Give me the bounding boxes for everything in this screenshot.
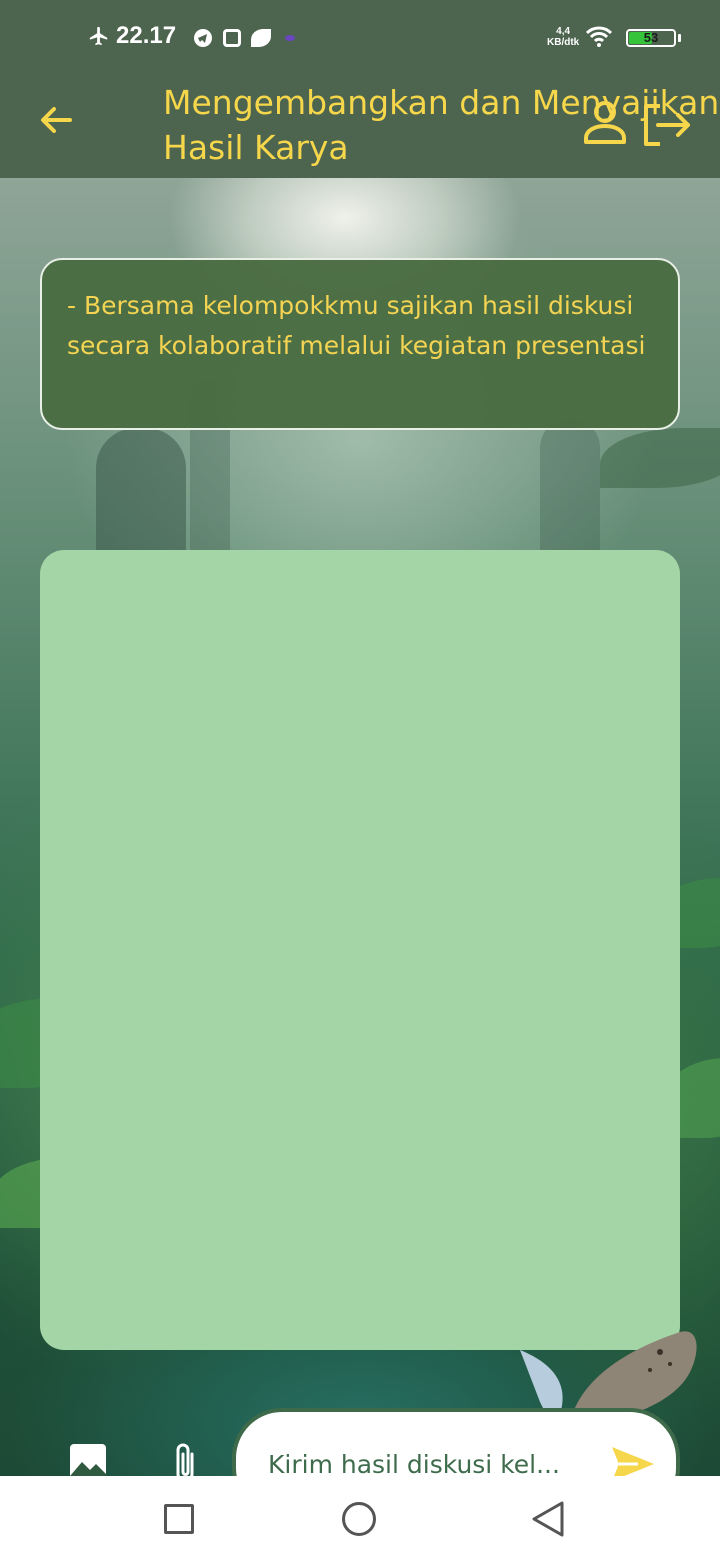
image-icon [70,1444,106,1480]
battery-percent: 53 [643,30,659,45]
person-icon [584,101,626,144]
system-navigation-bar [0,1476,720,1560]
network-speed-unit: KB/dtk [547,37,580,48]
page-title: Mengembangkan dan Menyajikan Hasil Karya [163,83,720,167]
network-speed-value: 4,4 [556,26,571,37]
content-panel [40,550,680,1350]
battery-icon: 53 [626,29,676,47]
back-icon[interactable] [530,1500,566,1538]
butterfly-illustration [520,1331,697,1422]
network-speed: 4,4 KB/dtk [547,26,579,48]
profile-button[interactable] [580,98,630,146]
home-icon[interactable] [342,1502,376,1536]
status-time-text: 22.17 [116,22,177,49]
wifi-icon [586,26,612,47]
status-app-icons [193,28,295,48]
notification-icon [285,35,295,41]
status-bar: 22.17 4,4 KB/dtk 53 [0,0,720,78]
app-bar: Mengembangkan dan Menyajikan Hasil Karya [0,78,720,178]
logout-button[interactable] [640,100,694,148]
instruction-text: - Bersama kelompokkmu sajikan hasil disk… [67,291,646,360]
instagram-icon [223,29,241,47]
message-input[interactable]: Kirim hasil diskusi kel... [268,1450,588,1479]
battery-tip [678,34,681,42]
logout-icon [644,104,690,146]
status-time: 22.17 [88,22,176,50]
telegram-icon [194,29,212,47]
instruction-card: - Bersama kelompokkmu sajikan hasil disk… [40,258,680,430]
leaf-icon [251,29,271,47]
back-button[interactable] [36,100,76,140]
airplane-icon [89,26,108,46]
recent-apps-icon[interactable] [164,1504,194,1534]
